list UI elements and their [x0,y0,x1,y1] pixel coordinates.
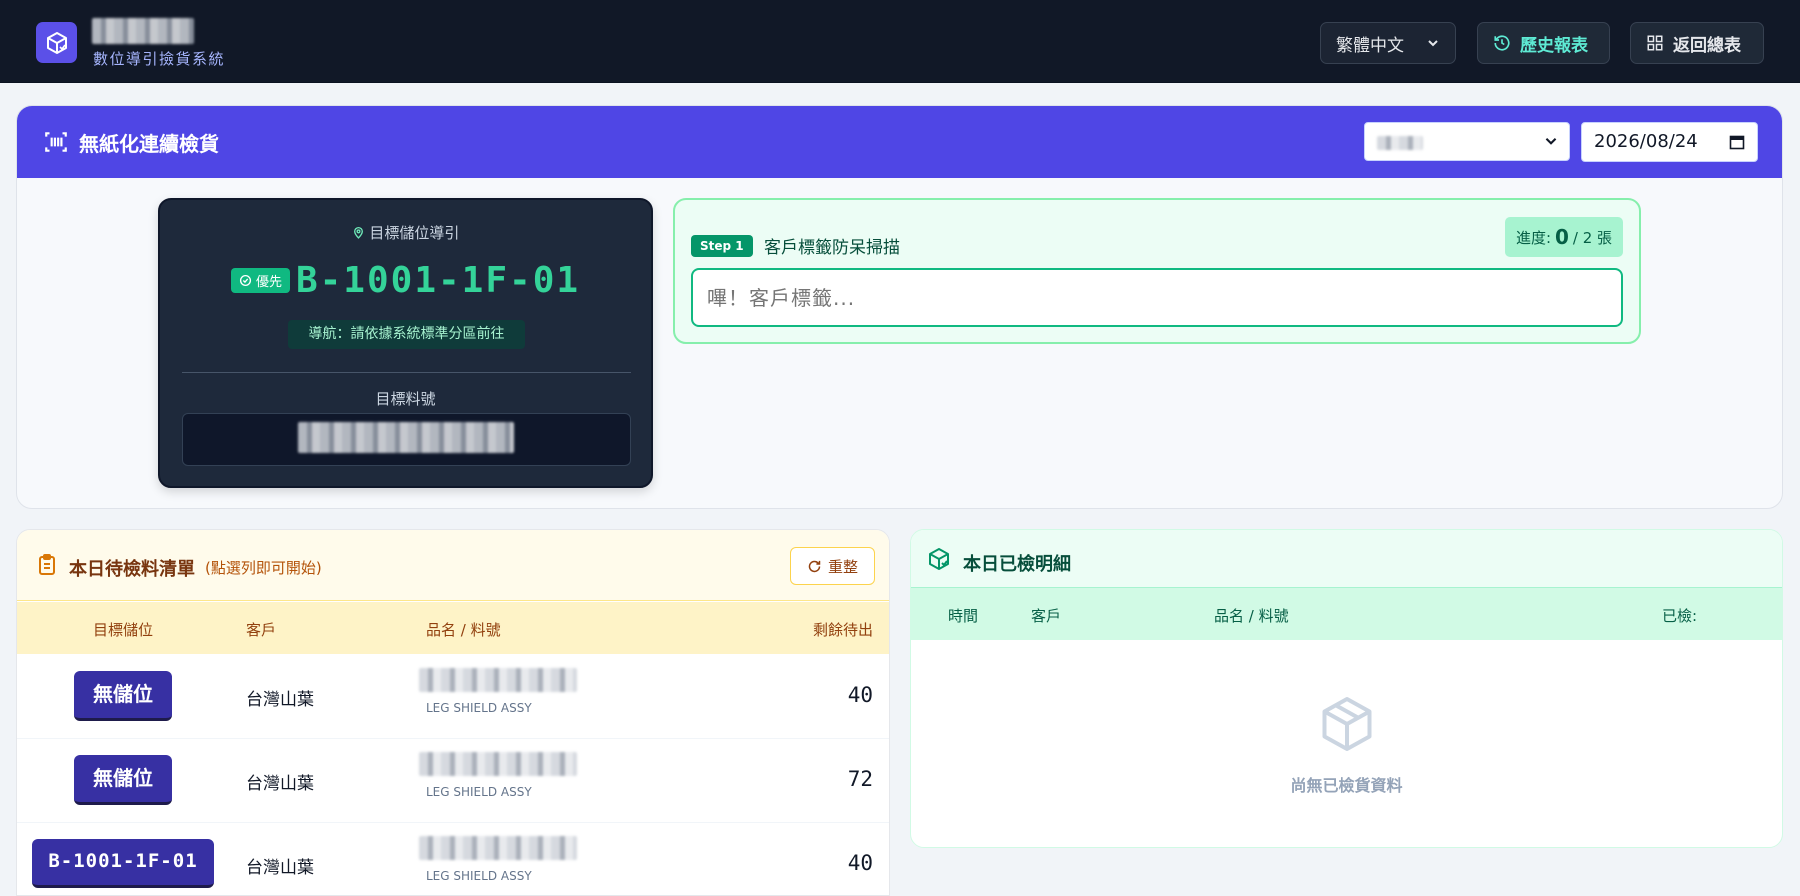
part-number-redacted [419,668,577,692]
guide-label: 目標儲位導引 [369,224,460,242]
location-chip: B-1001-1F-01 [32,839,214,888]
location-guide-card: 目標儲位導引 優先 B-1001-1F-01 導航：請依據系統標準分區前往 目標… [158,198,653,488]
top-navbar: 數位導引撿貨系統 繁體中文 歷史報表 返回總表 [0,0,1800,83]
grid-icon [1647,35,1663,51]
clipboard-icon [39,554,55,575]
target-part-label: 目標料號 [375,390,436,408]
calendar-icon[interactable] [1729,134,1745,150]
chevron-down-icon [1428,40,1438,47]
divider [182,372,631,373]
col-item: 品名 / 料號 [1214,607,1289,625]
table-row[interactable]: B-1001-1F-01 台灣山葉 LEG SHIELD ASSY 40 [17,823,889,895]
table-row[interactable]: 無儲位 台灣山葉 LEG SHIELD ASSY 40 [17,655,889,739]
barcode-scan-icon [45,132,67,152]
scan-card: Step 1 客戶標籤防呆掃描 進度: 0 / 2 張 [673,198,1641,344]
col-location: 目標儲位 [93,621,154,639]
col-time: 時間 [948,607,979,625]
target-part-box [182,413,631,466]
date-value: 2026/08/24 [1594,131,1698,152]
customer-label-scan-input[interactable] [691,268,1623,327]
remaining-qty: 72 [847,767,873,791]
chevron-down-icon [1545,137,1557,145]
history-report-label: 歷史報表 [1520,35,1588,56]
checked-detail-card: 本日已檢明細 時間 客戶 品名 / 料號 已檢: 尚無已檢貨資料 [910,529,1783,848]
table-row[interactable]: 無儲位 台灣山葉 LEG SHIELD ASSY 72 [17,739,889,823]
customer-cell: 台灣山葉 [246,774,314,794]
empty-box-icon [1322,697,1372,751]
progress-prefix: 進度: [1515,228,1551,247]
checked-detail-title: 本日已檢明細 [963,554,1071,575]
col-checked: 已檢: [1662,607,1698,625]
refresh-label: 重整 [827,557,858,576]
guide-location-row: 優先 B-1001-1F-01 [160,260,651,301]
item-description: LEG SHIELD ASSY [426,701,532,715]
col-customer: 客戶 [246,621,277,639]
progress-total: / 2 張 [1572,228,1613,247]
item-description: LEG SHIELD ASSY [426,869,532,883]
customer-cell: 台灣山葉 [246,858,314,878]
pending-list-header: 本日待檢料清單 (點選列即可開始) 重整 [17,530,889,601]
history-icon [1494,35,1510,51]
history-report-button[interactable]: 歷史報表 [1477,22,1610,64]
progress-badge: 進度: 0 / 2 張 [1505,217,1623,257]
customer-cell: 台灣山葉 [246,690,314,710]
operator-select[interactable] [1364,122,1570,161]
pending-list-card: 本日待檢料清單 (點選列即可開始) 重整 目標儲位 客戶 品名 / 料號 剩餘待… [16,529,890,896]
system-subtitle: 數位導引撿貨系統 [93,50,226,68]
target-part-redacted [298,422,514,453]
remaining-qty: 40 [847,683,873,707]
item-description: LEG SHIELD ASSY [426,785,532,799]
refresh-button[interactable]: 重整 [790,547,875,585]
pending-list-title: 本日待檢料清單 [69,559,195,580]
checked-detail-header: 本日已檢明細 [911,530,1782,588]
operator-redacted [1377,136,1423,150]
location-chip: 無儲位 [74,671,172,721]
remaining-qty: 40 [847,851,873,875]
app-logo [36,22,77,63]
part-number-redacted [419,836,577,860]
check-circle-icon [239,274,251,287]
return-dashboard-button[interactable]: 返回總表 [1630,22,1764,64]
col-item: 品名 / 料號 [426,621,501,639]
company-name-redacted [92,18,194,44]
map-pin-icon [353,226,363,239]
language-select[interactable]: 繁體中文 [1320,22,1456,64]
priority-badge: 優先 [230,268,290,293]
panel-header: 無紙化連續檢貨 2026/08/24 [17,106,1782,178]
step-badge: Step 1 [691,235,753,257]
navigation-hint: 導航：請依據系統標準分區前往 [288,320,525,349]
part-number-redacted [419,752,577,776]
empty-state-text: 尚無已檢貨資料 [1290,776,1403,795]
scan-title: 客戶標籤防呆掃描 [764,238,900,258]
checked-table-header: 時間 客戶 品名 / 料號 已檢: [911,588,1782,640]
col-remaining: 剩餘待出 [812,621,873,639]
refresh-icon [808,560,821,572]
col-customer: 客戶 [1031,607,1062,625]
pending-table-header: 目標儲位 客戶 品名 / 料號 剩餘待出 [17,602,889,654]
language-selected: 繁體中文 [1336,35,1404,56]
priority-label: 優先 [255,275,282,290]
date-input[interactable]: 2026/08/24 [1581,122,1758,162]
package-check-icon [46,31,67,54]
package-check-icon [929,548,949,570]
location-chip: 無儲位 [74,755,172,805]
panel-title: 無紙化連續檢貨 [79,132,219,156]
return-dashboard-label: 返回總表 [1673,35,1741,56]
target-location-code: B-1001-1F-01 [295,260,581,301]
guide-label-row: 目標儲位導引 [160,222,651,243]
pending-list-hint: (點選列即可開始) [205,559,322,577]
progress-done: 0 [1555,225,1569,249]
